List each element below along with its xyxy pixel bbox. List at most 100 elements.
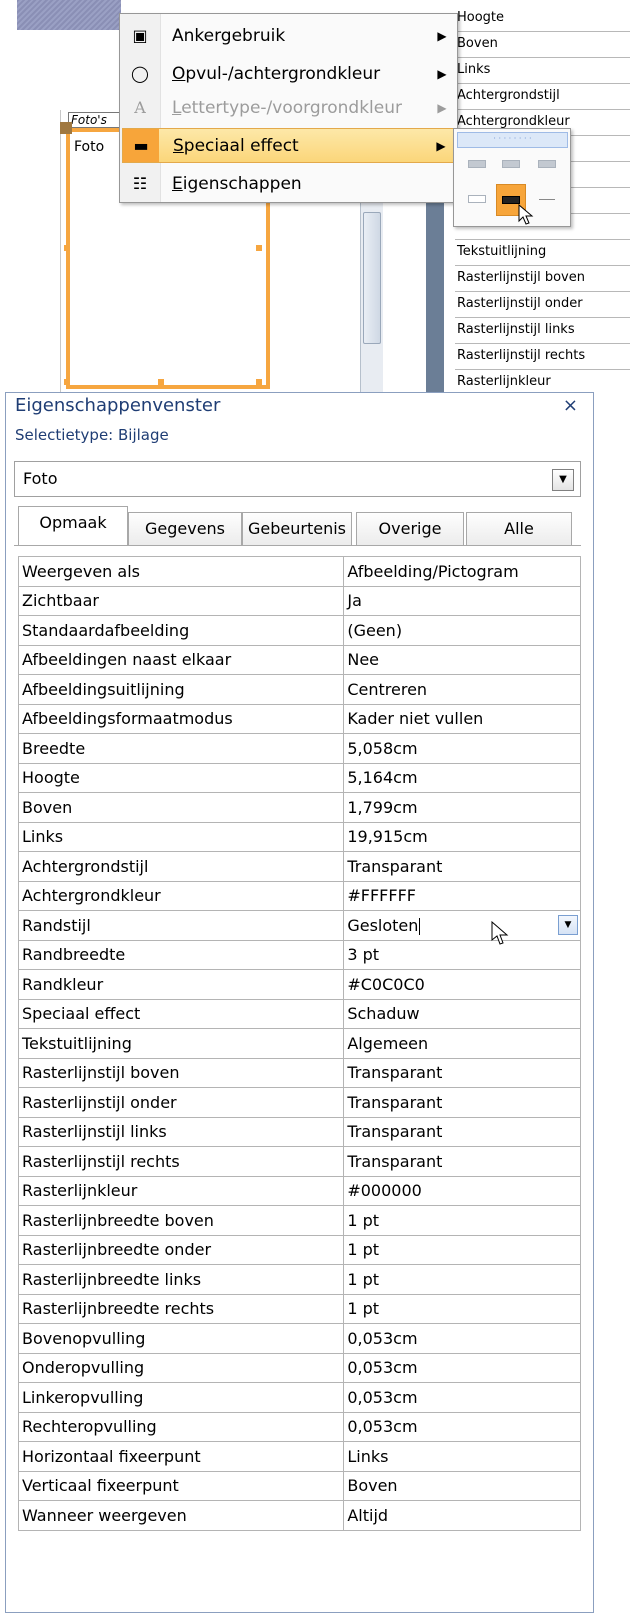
property-name[interactable]: Afbeeldingsuitlijning	[17, 674, 345, 705]
property-name[interactable]: Verticaal fixeerpunt	[17, 1470, 345, 1501]
property-name[interactable]: Horizontaal fixeerpunt	[17, 1441, 345, 1472]
move-handle[interactable]	[60, 122, 72, 134]
background-property-item[interactable]: Links	[455, 58, 630, 84]
property-name[interactable]: Rasterlijnbreedte onder	[17, 1234, 345, 1265]
property-row[interactable]: Rasterlijnstijl links Transparant	[17, 1116, 581, 1147]
property-value[interactable]: Schaduw	[343, 998, 581, 1029]
tab-gebeurtenis[interactable]: Gebeurtenis	[242, 512, 352, 545]
property-name[interactable]: Rasterlijnstijl rechts	[17, 1146, 345, 1177]
property-value[interactable]: Transparant	[343, 1146, 581, 1177]
property-value[interactable]: 0,053cm	[343, 1411, 581, 1442]
close-icon[interactable]: ×	[563, 395, 578, 416]
property-value[interactable]: 0,053cm	[343, 1352, 581, 1383]
property-name[interactable]: Rasterlijnstijl boven	[17, 1057, 345, 1088]
menu-item-eigenschappen[interactable]: ☷ Eigenschappen	[122, 166, 455, 201]
property-value[interactable]: Links	[343, 1441, 581, 1472]
property-value[interactable]: #000000	[343, 1175, 581, 1206]
property-name[interactable]: Randbreedte	[17, 939, 345, 970]
property-value[interactable]: Nee	[343, 644, 581, 675]
tab-gegevens[interactable]: Gegevens	[128, 512, 242, 545]
property-name[interactable]: Rasterlijnbreedte links	[17, 1264, 345, 1295]
effect-sunken-button[interactable]	[532, 151, 562, 177]
property-name[interactable]: Rasterlijnbreedte boven	[17, 1205, 345, 1236]
property-row[interactable]: Rasterlijnbreedte onder 1 pt	[17, 1234, 581, 1265]
property-row[interactable]: Standaardafbeelding (Geen)	[17, 615, 581, 646]
property-row[interactable]: Breedte 5,058cm	[17, 733, 581, 764]
property-name[interactable]: Rasterlijnkleur	[17, 1175, 345, 1206]
property-row[interactable]: Afbeeldingsuitlijning Centreren	[17, 674, 581, 705]
property-name[interactable]: Hoogte	[17, 762, 345, 793]
property-row[interactable]: Rasterlijnstijl rechts Transparant	[17, 1146, 581, 1177]
scrollbar-thumb[interactable]	[363, 212, 381, 344]
property-row[interactable]: Zichtbaar Ja	[17, 585, 581, 616]
property-row[interactable]: Rasterlijnbreedte boven 1 pt	[17, 1205, 581, 1236]
property-value[interactable]: 5,058cm	[343, 733, 581, 764]
menu-item-opvul-achtergrondkleur[interactable]: ◯ Opvul-/achtergrondkleur ▶	[122, 56, 455, 91]
tab-overige[interactable]: Overige	[356, 512, 464, 545]
property-name[interactable]: Links	[17, 821, 345, 852]
background-property-item[interactable]: Rasterlijnkleur	[455, 370, 630, 392]
property-name[interactable]: Wanneer weergeven	[17, 1500, 345, 1531]
resize-handle[interactable]	[256, 379, 262, 385]
property-name[interactable]: Speciaal effect	[17, 998, 345, 1029]
effect-flat-button[interactable]	[462, 151, 492, 177]
property-value[interactable]: Afbeelding/Pictogram	[343, 556, 581, 587]
background-property-item[interactable]: Rasterlijnstijl links	[455, 318, 630, 344]
property-value[interactable]: Transparant	[343, 1057, 581, 1088]
tab-alle[interactable]: Alle	[466, 512, 572, 545]
property-name[interactable]: Randstijl	[17, 910, 345, 941]
property-name[interactable]: Zichtbaar	[17, 585, 345, 616]
property-name[interactable]: Rasterlijnstijl onder	[17, 1087, 345, 1118]
property-name[interactable]: Tekstuitlijning	[17, 1028, 345, 1059]
property-row[interactable]: Rasterlijnstijl boven Transparant	[17, 1057, 581, 1088]
property-row[interactable]: Wanneer weergeven Altijd	[17, 1500, 581, 1531]
effect-raised-button[interactable]	[496, 151, 526, 177]
resize-handle[interactable]	[64, 379, 70, 385]
property-name[interactable]: Rechteropvulling	[17, 1411, 345, 1442]
property-value[interactable]: 1 pt	[343, 1293, 581, 1324]
property-name[interactable]: Rasterlijnbreedte rechts	[17, 1293, 345, 1324]
property-value[interactable]: 0,053cm	[343, 1323, 581, 1354]
property-value[interactable]: (Geen)	[343, 615, 581, 646]
property-name[interactable]: Linkeropvulling	[17, 1382, 345, 1413]
menu-item-ankergebruik[interactable]: ▣ Ankergebruik ▶	[122, 18, 455, 53]
chevron-down-icon[interactable]: ▼	[558, 915, 578, 935]
chevron-down-icon[interactable]: ▼	[552, 469, 574, 491]
property-row[interactable]: Onderopvulling 0,053cm	[17, 1352, 581, 1383]
background-property-item[interactable]: Achtergrondstijl	[455, 84, 630, 110]
background-property-item[interactable]: Rasterlijnstijl rechts	[455, 344, 630, 370]
property-row[interactable]: Verticaal fixeerpunt Boven	[17, 1470, 581, 1501]
resize-handle[interactable]	[158, 379, 164, 385]
property-value[interactable]: Algemeen	[343, 1028, 581, 1059]
property-value[interactable]: Centreren	[343, 674, 581, 705]
property-value[interactable]: #FFFFFF	[343, 880, 581, 911]
property-row[interactable]: Bovenopvulling 0,053cm	[17, 1323, 581, 1354]
property-row[interactable]: Tekstuitlijning Algemeen	[17, 1028, 581, 1059]
property-row[interactable]: Achtergrondkleur #FFFFFF	[17, 880, 581, 911]
submenu-drag-bar[interactable]: · · · · · · · ·	[457, 132, 568, 148]
property-row[interactable]: Speciaal effect Schaduw	[17, 998, 581, 1029]
property-value[interactable]: Transparant	[343, 1116, 581, 1147]
property-name[interactable]: Breedte	[17, 733, 345, 764]
property-row[interactable]: Boven 1,799cm	[17, 792, 581, 823]
property-row[interactable]: Weergeven als Afbeelding/Pictogram	[17, 556, 581, 587]
property-name[interactable]: Achtergrondkleur	[17, 880, 345, 911]
property-row[interactable]: Links 19,915cm	[17, 821, 581, 852]
resize-handle[interactable]	[64, 245, 70, 251]
property-name[interactable]: Rasterlijnstijl links	[17, 1116, 345, 1147]
property-row[interactable]: Afbeeldingen naast elkaar Nee	[17, 644, 581, 675]
property-value[interactable]: 1 pt	[343, 1234, 581, 1265]
property-value[interactable]: 0,053cm	[343, 1382, 581, 1413]
property-name[interactable]: Afbeeldingen naast elkaar	[17, 644, 345, 675]
property-row[interactable]: Rechteropvulling 0,053cm	[17, 1411, 581, 1442]
property-name[interactable]: Bovenopvulling	[17, 1323, 345, 1354]
property-value[interactable]: Altijd	[343, 1500, 581, 1531]
property-value[interactable]: 5,164cm	[343, 762, 581, 793]
property-name[interactable]: Onderopvulling	[17, 1352, 345, 1383]
property-value[interactable]: Boven	[343, 1470, 581, 1501]
property-name[interactable]: Boven	[17, 792, 345, 823]
background-property-item[interactable]: Boven	[455, 32, 630, 58]
property-row[interactable]: Randkleur #C0C0C0	[17, 969, 581, 1000]
property-name[interactable]: Randkleur	[17, 969, 345, 1000]
property-value[interactable]: Transparant	[343, 851, 581, 882]
